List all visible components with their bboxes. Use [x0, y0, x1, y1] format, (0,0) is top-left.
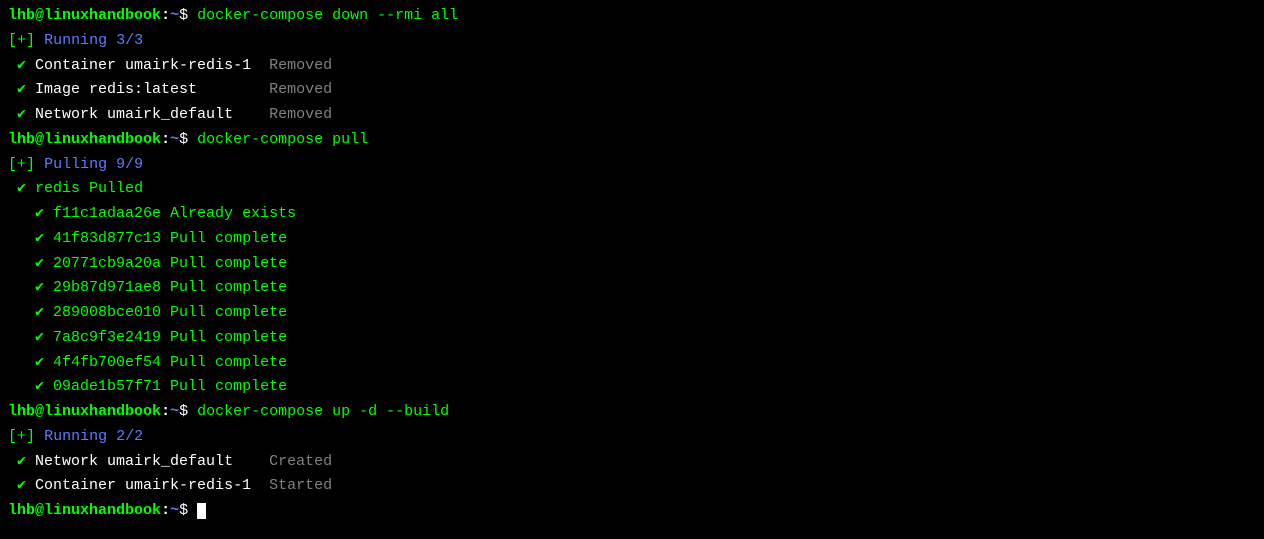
layer-text: 20771cb9a20a Pull complete: [44, 255, 287, 272]
resource-name: Container umairk-redis-1: [26, 477, 269, 494]
layer-item: ✔ f11c1adaa26e Already exists: [8, 202, 1256, 227]
check-icon: ✔: [35, 279, 44, 296]
layer-item: ✔ 289008bce010 Pull complete: [8, 301, 1256, 326]
prompt-line-3: lhb@linuxhandbook:~$ docker-compose up -…: [8, 400, 1256, 425]
prompt-path: ~: [170, 7, 179, 24]
layer-text: 41f83d877c13 Pull complete: [44, 230, 287, 247]
check-icon: ✔: [35, 329, 44, 346]
layer-item: ✔ 29b87d971ae8 Pull complete: [8, 276, 1256, 301]
resource-name: Image redis:latest: [26, 81, 269, 98]
check-icon: ✔: [17, 453, 26, 470]
prompt-line-4[interactable]: lhb@linuxhandbook:~$: [8, 499, 1256, 524]
layer-text: 4f4fb700ef54 Pull complete: [44, 354, 287, 371]
command-text: docker-compose pull: [197, 131, 368, 148]
status-text: Created: [269, 453, 332, 470]
prompt-host: linuxhandbook: [44, 7, 161, 24]
running-header-2: [+] Running 2/2: [8, 425, 1256, 450]
up-item: ✔ Container umairk-redis-1 Started: [8, 474, 1256, 499]
status-text: Started: [269, 477, 332, 494]
resource-name: Network umairk_default: [26, 453, 269, 470]
layer-text: f11c1adaa26e Already exists: [44, 205, 296, 222]
check-icon: ✔: [17, 81, 26, 98]
layer-text: 289008bce010 Pull complete: [44, 304, 287, 321]
pull-root: ✔ redis Pulled: [8, 177, 1256, 202]
check-icon: ✔: [35, 230, 44, 247]
check-icon: ✔: [17, 106, 26, 123]
command-text: docker-compose down --rmi all: [197, 7, 458, 24]
layer-text: 29b87d971ae8 Pull complete: [44, 279, 287, 296]
layer-item: ✔ 20771cb9a20a Pull complete: [8, 252, 1256, 277]
layer-item: ✔ 09ade1b57f71 Pull complete: [8, 375, 1256, 400]
command-text: docker-compose up -d --build: [197, 403, 449, 420]
prompt-colon: :: [161, 7, 170, 24]
prompt-dollar: $: [179, 7, 188, 24]
down-item: ✔ Image redis:latest Removed: [8, 78, 1256, 103]
pulling-header: [+] Pulling 9/9: [8, 153, 1256, 178]
resource-name: Container umairk-redis-1: [26, 57, 269, 74]
down-item: ✔ Container umairk-redis-1 Removed: [8, 54, 1256, 79]
prompt-user: lhb: [8, 7, 35, 24]
layer-text: 7a8c9f3e2419 Pull complete: [44, 329, 287, 346]
status-text: Removed: [269, 106, 332, 123]
layer-item: ✔ 7a8c9f3e2419 Pull complete: [8, 326, 1256, 351]
running-header-1: [+] Running 3/3: [8, 29, 1256, 54]
check-icon: ✔: [35, 255, 44, 272]
prompt-line-2: lhb@linuxhandbook:~$ docker-compose pull: [8, 128, 1256, 153]
check-icon: ✔: [35, 205, 44, 222]
prompt-line-1: lhb@linuxhandbook:~$ docker-compose down…: [8, 4, 1256, 29]
down-item: ✔ Network umairk_default Removed: [8, 103, 1256, 128]
check-icon: ✔: [17, 57, 26, 74]
status-text: Removed: [269, 57, 332, 74]
layer-text: 09ade1b57f71 Pull complete: [44, 378, 287, 395]
up-item: ✔ Network umairk_default Created: [8, 450, 1256, 475]
cursor-icon: [197, 503, 206, 520]
resource-name: Network umairk_default: [26, 106, 269, 123]
layer-item: ✔ 41f83d877c13 Pull complete: [8, 227, 1256, 252]
check-icon: ✔: [17, 477, 26, 494]
status-text: Removed: [269, 81, 332, 98]
check-icon: ✔: [35, 354, 44, 371]
layer-item: ✔ 4f4fb700ef54 Pull complete: [8, 351, 1256, 376]
prompt-at: @: [35, 7, 44, 24]
check-icon: ✔: [35, 304, 44, 321]
check-icon: ✔: [35, 378, 44, 395]
